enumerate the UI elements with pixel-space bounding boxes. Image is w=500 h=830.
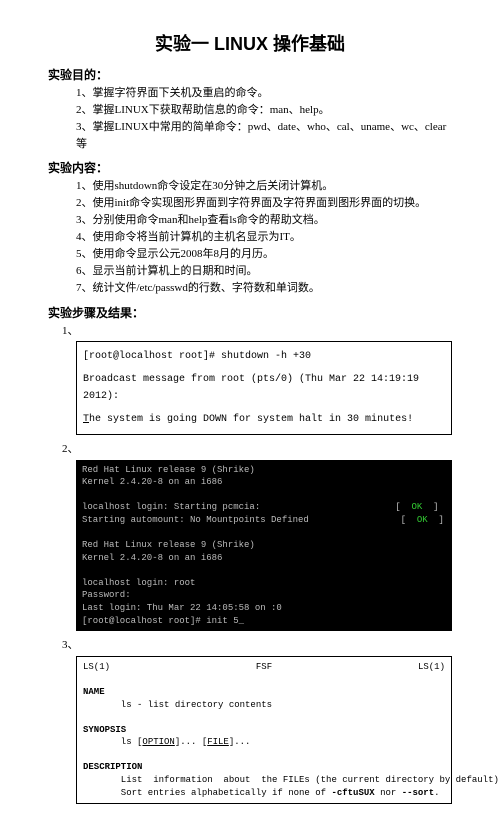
ok-status: OK: [411, 502, 422, 512]
terminal-line: Broadcast message from root (pts/0) (Thu…: [83, 371, 445, 405]
purpose-heading: 实验目的：: [48, 66, 452, 83]
manpage-text: ls [: [83, 737, 142, 747]
manpage-hdr-left: LS(1): [83, 661, 110, 674]
terminal-line: Starting automount: No Mountpoints Defin…: [82, 515, 309, 525]
terminal-text: ]: [428, 515, 444, 525]
content-item: 6、显示当前计算机上的日期和时间。: [48, 263, 452, 280]
terminal-line: Red Hat Linux release 9 (Shrike): [82, 540, 255, 550]
purpose-item: 3、掌握LINUX中常用的简单命令：pwd、date、who、cal、uname…: [48, 119, 452, 153]
manpage-section-description: DESCRIPTION: [83, 762, 142, 772]
terminal-line: Last login: Thu Mar 22 14:05:58 on :0: [82, 603, 282, 613]
terminal-line: Kernel 2.4.20-8 on an i686: [82, 553, 222, 563]
content-item: 4、使用命令将当前计算机的主机名显示为IT。: [48, 229, 452, 246]
manpage-hdr-right: LS(1): [418, 661, 445, 674]
ok-status: OK: [417, 515, 428, 525]
terminal-output-1: [root@localhost root]# shutdown -h +30 B…: [76, 341, 452, 435]
content-item: 5、使用命令显示公元2008年8月的月历。: [48, 246, 452, 263]
manpage-text: nor: [375, 788, 402, 798]
terminal-text: [: [401, 515, 417, 525]
step-number-2: 2、: [48, 441, 452, 458]
step-number-3: 3、: [48, 637, 452, 654]
terminal-line: The system is going DOWN for system halt…: [83, 411, 445, 428]
content-item: 1、使用shutdown命令设定在30分钟之后关闭计算机。: [48, 178, 452, 195]
manpage-section-name: NAME: [83, 687, 105, 697]
manpage-header-row: LS(1) FSF LS(1): [83, 661, 445, 674]
manpage-file: FILE: [207, 737, 229, 747]
page-title: 实验一 LINUX 操作基础: [48, 30, 452, 56]
terminal-line: localhost login: root: [82, 578, 195, 588]
steps-heading: 实验步骤及结果：: [48, 304, 452, 321]
manpage-section-synopsis: SYNOPSIS: [83, 725, 126, 735]
terminal-line: Red Hat Linux release 9 (Shrike): [82, 465, 255, 475]
terminal-line: Kernel 2.4.20-8 on an i686: [82, 477, 222, 487]
manpage-option: OPTION: [142, 737, 174, 747]
manpage-text: ]...: [229, 737, 251, 747]
terminal-line: [root@localhost root]# init 5_: [82, 616, 244, 626]
manpage-text: .: [434, 788, 439, 798]
manpage-hdr-center: FSF: [256, 661, 272, 674]
terminal-text: he system is going DOWN for system halt …: [89, 414, 413, 425]
content-item: 7、统计文件/etc/passwd的行数、字符数和单词数。: [48, 280, 452, 297]
manpage-text: Sort entries alphabetically if none of: [83, 788, 331, 798]
terminal-text: [: [395, 502, 411, 512]
manpage-line: ls - list directory contents: [83, 700, 272, 710]
terminal-text: ]: [422, 502, 438, 512]
purpose-item: 1、掌握字符界面下关机及重启的命令。: [48, 85, 452, 102]
terminal-line: localhost login: Starting pcmcia:: [82, 502, 260, 512]
step-number-1: 1、: [48, 323, 452, 340]
content-item: 3、分别使用命令man和help查看ls命令的帮助文档。: [48, 212, 452, 229]
terminal-line: [root@localhost root]# shutdown -h +30: [83, 348, 445, 365]
terminal-line: Password:: [82, 590, 131, 600]
terminal-output-2: Red Hat Linux release 9 (Shrike) Kernel …: [76, 460, 452, 632]
manpage-line: List information about the FILEs (the cu…: [83, 775, 500, 785]
content-item: 2、使用init命令实现图形界面到字符界面及字符界面到图形界面的切换。: [48, 195, 452, 212]
manpage-flag: --sort: [402, 788, 434, 798]
manpage-flag: -cftuSUX: [331, 788, 374, 798]
manpage-text: ]... [: [175, 737, 207, 747]
content-heading: 实验内容：: [48, 159, 452, 176]
manpage-output: LS(1) FSF LS(1) NAME ls - list directory c…: [76, 656, 452, 805]
purpose-item: 2、掌握LINUX下获取帮助信息的命令：man、help。: [48, 102, 452, 119]
